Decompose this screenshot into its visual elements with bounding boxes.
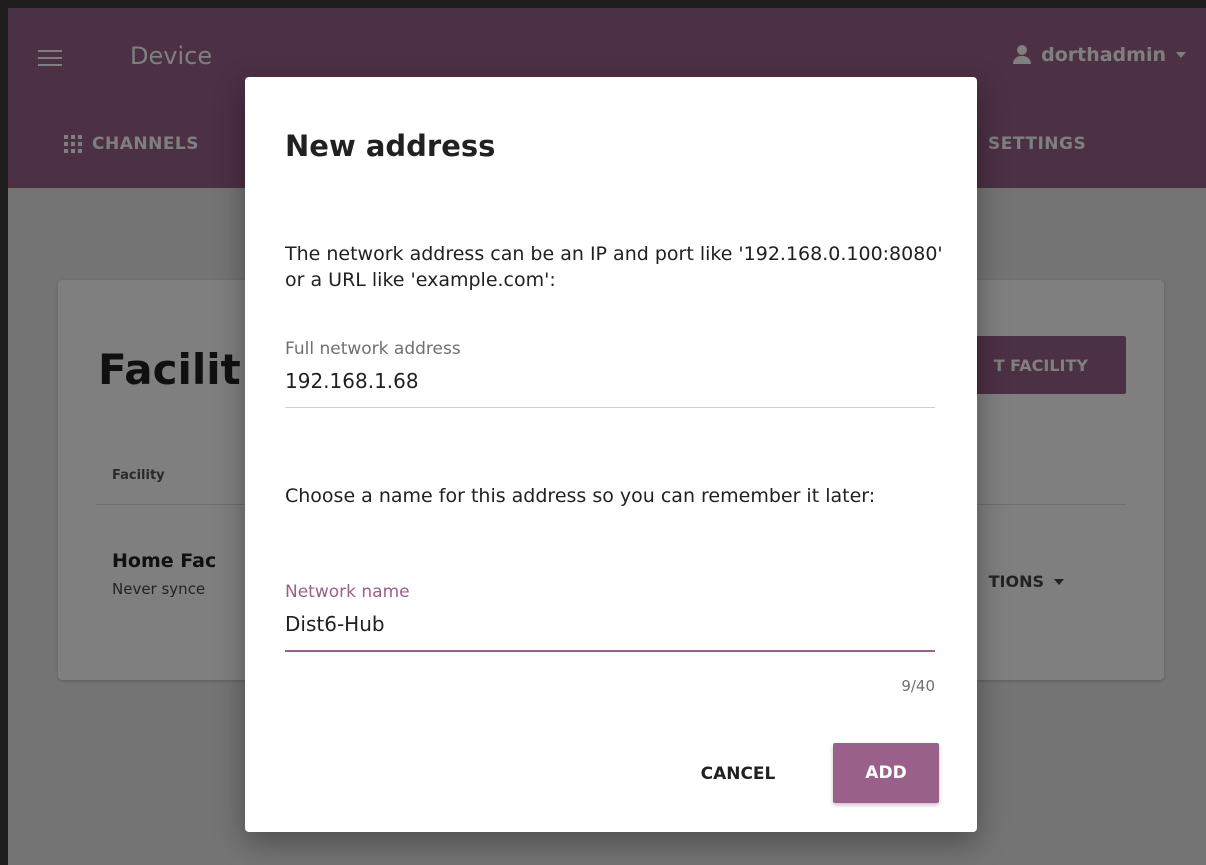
dialog-title: New address [285,129,496,163]
network-address-input[interactable]: 192.168.1.68 [285,369,935,407]
name-description: Choose a name for this address so you ca… [285,485,876,507]
address-description: The network address can be an IP and por… [285,243,943,291]
cancel-button[interactable]: CANCEL [683,745,793,803]
network-address-field[interactable]: Full network address 192.168.1.68 [285,339,935,408]
network-name-underline [285,650,935,652]
new-address-dialog: New address The network address can be a… [245,77,977,832]
network-name-label: Network name [285,582,410,602]
network-address-underline [285,407,935,408]
add-button[interactable]: ADD [833,743,939,803]
network-address-label: Full network address [285,339,461,359]
network-name-field[interactable]: Network name Dist6-Hub [285,582,935,652]
character-counter: 9/40 [901,677,935,695]
app-page: Device dorthadmin CHANNELS SETTINGS Faci… [8,8,1206,865]
network-name-input[interactable]: Dist6-Hub [285,612,935,650]
